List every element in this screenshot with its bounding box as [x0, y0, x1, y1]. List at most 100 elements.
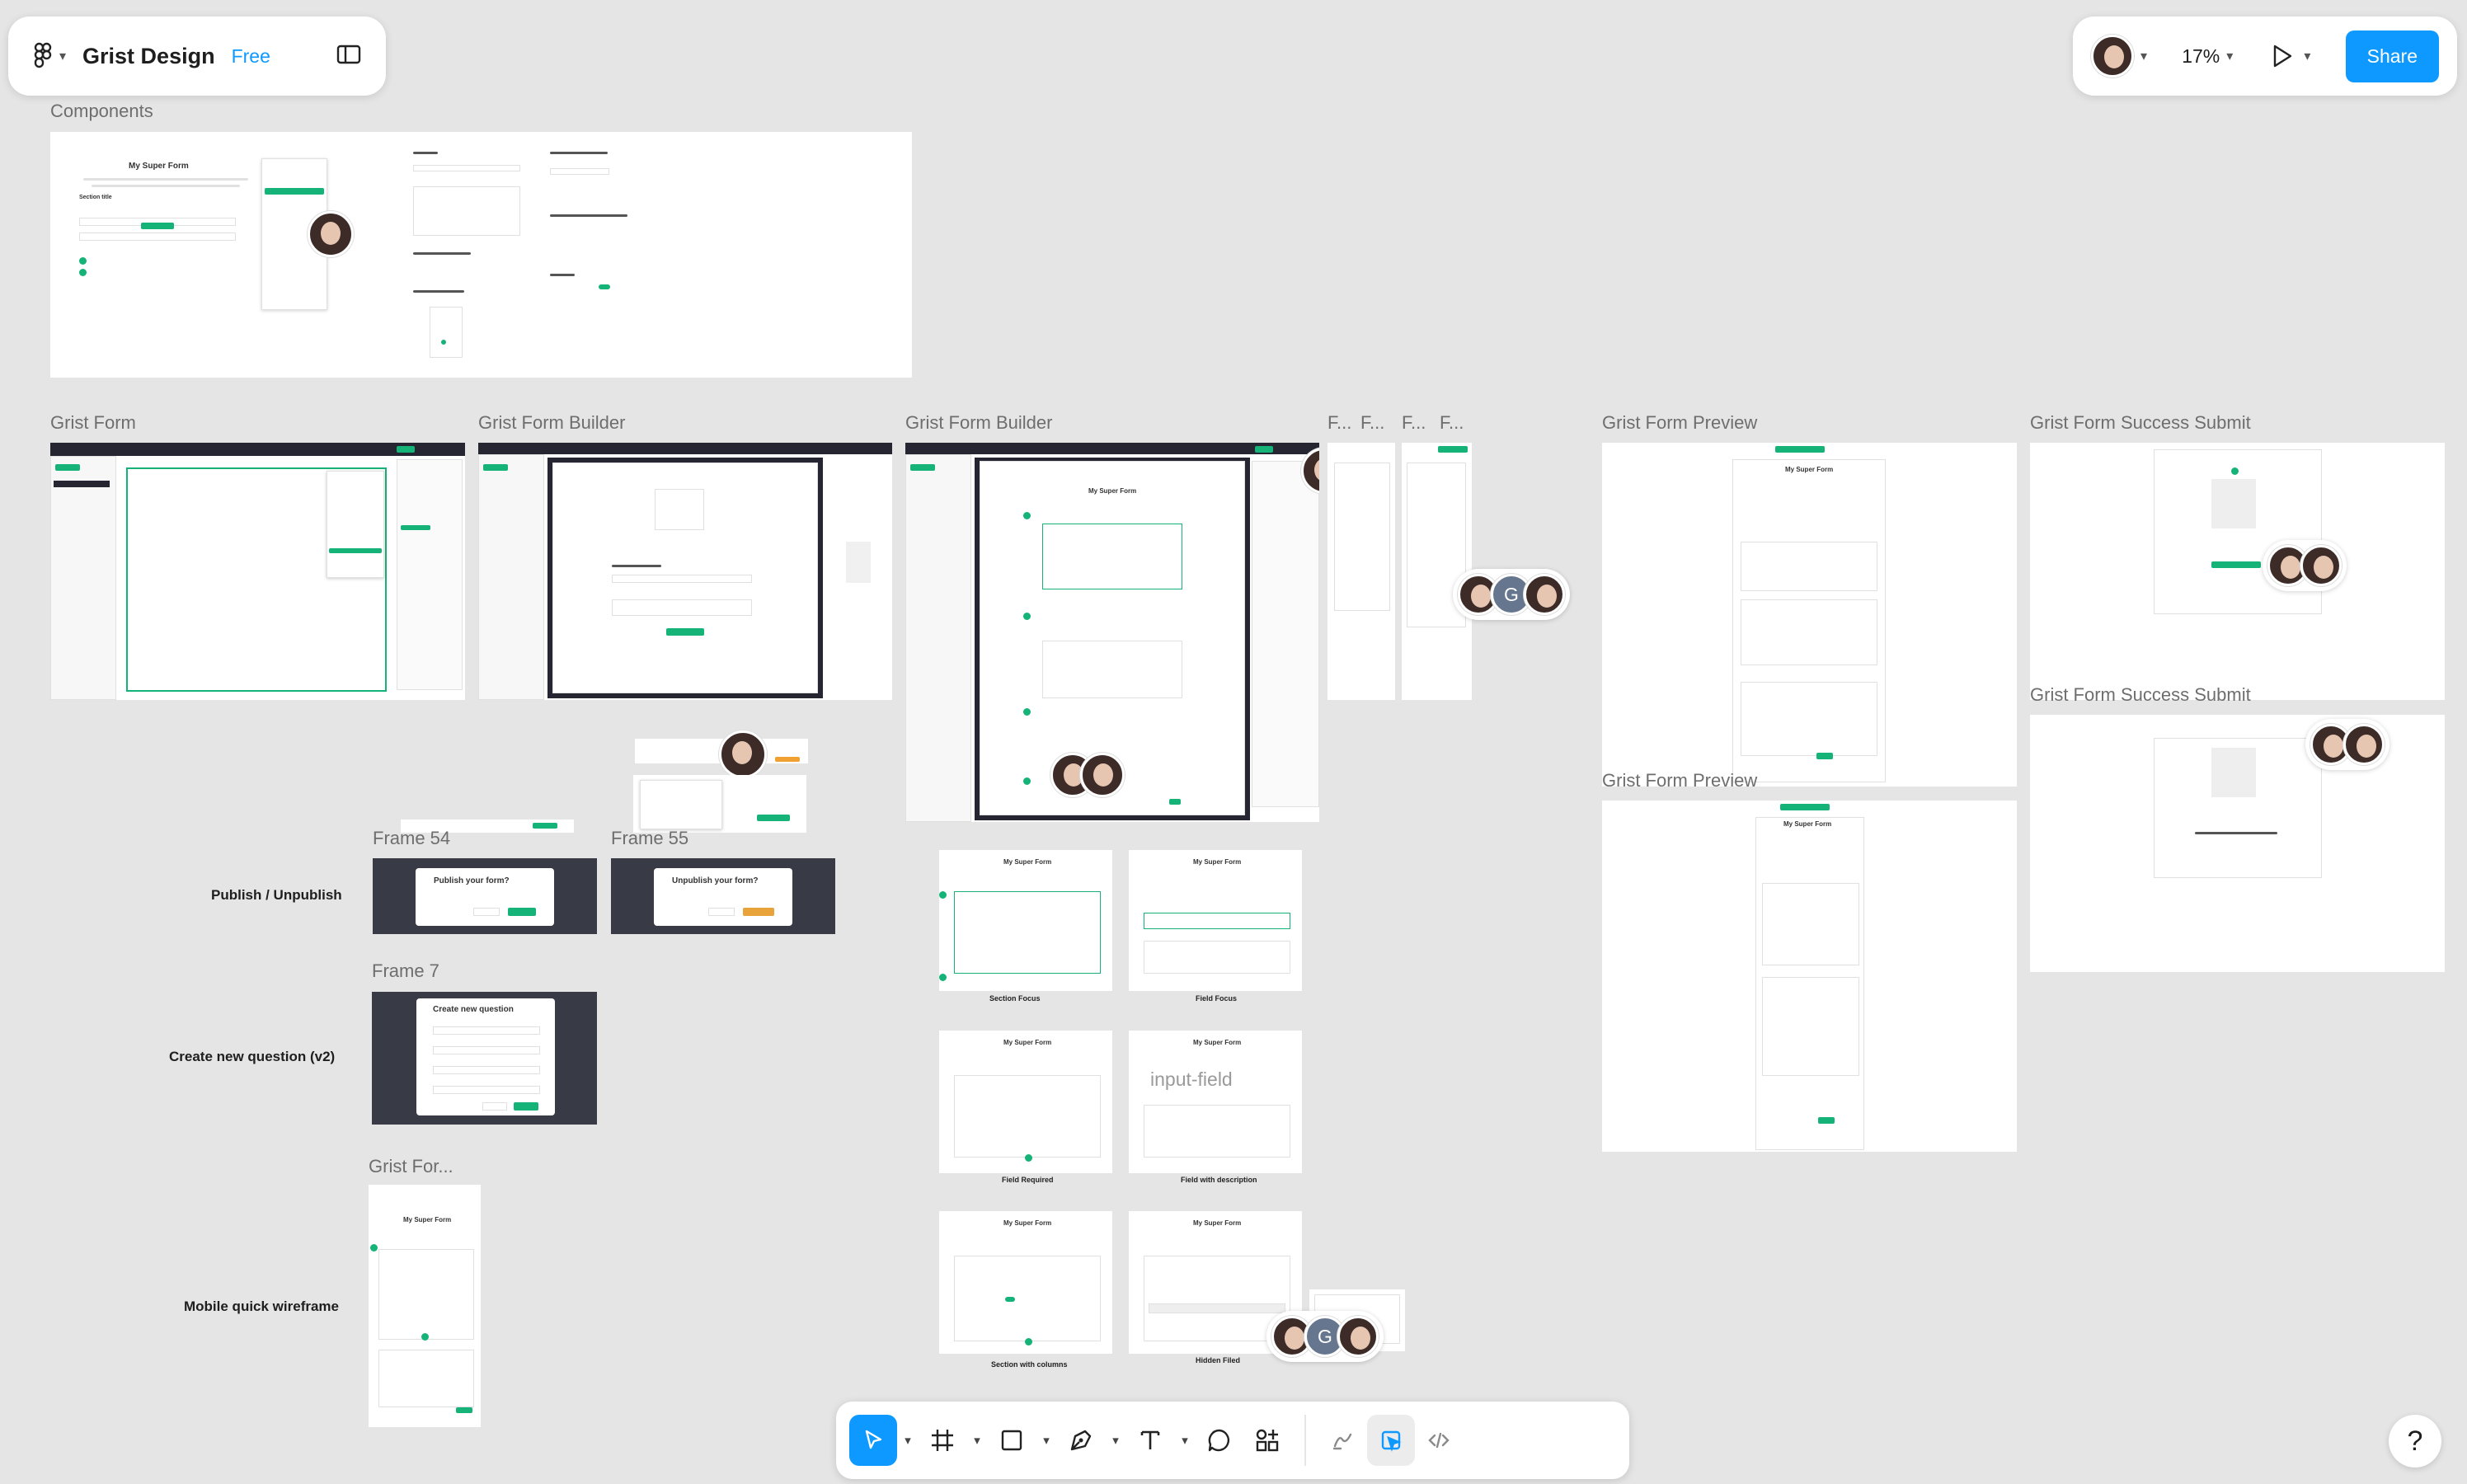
form-title: My Super Form [1088, 487, 1137, 495]
frame-tool[interactable] [919, 1415, 966, 1466]
frame-label-small-1[interactable]: F... [1327, 412, 1351, 434]
avatar [719, 730, 767, 778]
frame-label-preview-2[interactable]: Grist Form Preview [1602, 770, 1757, 791]
frame-field-focus[interactable]: My Super Form [1129, 850, 1302, 991]
present-button[interactable]: ▾ [2267, 42, 2310, 70]
chevron-down-icon[interactable]: ▾ [897, 1433, 919, 1448]
unpublish-modal-title: Unpublish your form? [672, 876, 759, 885]
hover-label: input-field [1150, 1068, 1233, 1090]
avatar [2343, 724, 2385, 765]
file-name[interactable]: Grist Design [82, 44, 215, 69]
move-tool[interactable] [849, 1415, 897, 1466]
toolbar-divider [1304, 1415, 1306, 1466]
frame-label-builder-2[interactable]: Grist Form Builder [905, 412, 1052, 434]
form-title: My Super Form [1193, 1039, 1242, 1046]
avatar [308, 211, 354, 257]
frame-small-2[interactable] [1329, 443, 1395, 700]
frame-label-success-2[interactable]: Grist Form Success Submit [2030, 684, 2251, 706]
form-title: My Super Form [1193, 858, 1242, 866]
avatar [1337, 1316, 1379, 1357]
frame-field-with-description[interactable]: My Super Form input-field [1129, 1031, 1302, 1173]
frame-label-frame-7[interactable]: Frame 7 [372, 960, 439, 982]
chevron-down-icon: ▾ [59, 49, 67, 63]
frame-label-small-2[interactable]: F... [1360, 412, 1384, 434]
frame-small-4[interactable] [1402, 443, 1472, 700]
share-button[interactable]: Share [2345, 30, 2439, 82]
collaborator-cursors [2305, 719, 2389, 770]
figma-menu-icon[interactable]: ▾ [33, 42, 66, 70]
frame-grist-form-preview-2[interactable]: My Super Form [1602, 801, 2017, 1152]
comment-tool[interactable] [1196, 1415, 1243, 1466]
top-right-controls: ▾ 17% ▾ ▾ Share [2073, 16, 2457, 96]
design-icon [1381, 1430, 1402, 1452]
chevron-down-icon[interactable]: ▾ [1036, 1433, 1057, 1448]
chevron-down-icon[interactable]: ▾ [966, 1433, 988, 1448]
frame-55[interactable]: Unpublish your form? [611, 858, 835, 934]
chevron-down-icon: ▾ [2226, 49, 2234, 63]
pen-tool[interactable] [1057, 1415, 1105, 1466]
frame-components[interactable]: My Super Form Section title [50, 132, 912, 378]
section-title: Section title [79, 195, 112, 200]
chevron-down-icon: ▾ [2140, 49, 2148, 63]
frame-label-preview-1[interactable]: Grist Form Preview [1602, 412, 1757, 434]
create-question-modal-title: Create new question [433, 1005, 514, 1014]
actions-tool[interactable] [1243, 1415, 1291, 1466]
frame-section-focus[interactable]: My Super Form [939, 850, 1112, 991]
draw-mode-toggle[interactable] [1319, 1415, 1367, 1466]
frame-label-builder-1[interactable]: Grist Form Builder [478, 412, 625, 434]
frame-label-frame-55[interactable]: Frame 55 [611, 828, 688, 849]
collaborator-cursors [2263, 540, 2347, 591]
collaborator-cursors: G [1453, 569, 1570, 620]
avatar [1524, 574, 1565, 615]
frame-field-required[interactable]: My Super Form [939, 1031, 1112, 1173]
frame-grist-form-builder-1[interactable] [478, 443, 892, 700]
pen-icon [1070, 1430, 1092, 1451]
collaborator-cursors: G [1266, 1311, 1384, 1362]
rectangle-icon [1001, 1430, 1022, 1451]
frame-54[interactable]: Publish your form? [373, 858, 597, 934]
caption-field-focus: Field Focus [1196, 994, 1238, 1003]
sidebar-toggle-icon[interactable] [336, 44, 361, 69]
frame-grist-form-success-1[interactable] [2030, 443, 2445, 700]
help-button[interactable]: ? [2389, 1415, 2441, 1468]
caption-hidden-filed: Hidden Filed [1196, 1356, 1240, 1364]
frame-label-small-3[interactable]: F... [1402, 412, 1426, 434]
chevron-down-icon: ▾ [2304, 49, 2311, 63]
zoom-level: 17% [2182, 45, 2220, 67]
code-icon [1428, 1432, 1450, 1449]
text-tool[interactable] [1126, 1415, 1174, 1466]
frame-label-frame-54[interactable]: Frame 54 [373, 828, 450, 849]
avatar [1080, 753, 1125, 797]
frame-icon [932, 1430, 953, 1451]
avatar [2091, 35, 2134, 77]
frame-grist-form[interactable] [50, 443, 465, 700]
section-label-mobile: Mobile quick wireframe [184, 1298, 339, 1314]
current-user-menu[interactable]: ▾ [2091, 35, 2147, 77]
publish-modal-title: Publish your form? [434, 876, 510, 885]
form-title: My Super Form [1785, 466, 1834, 473]
caption-section-with-columns: Section with columns [991, 1360, 1068, 1369]
form-title: My Super Form [1783, 820, 1832, 828]
frame-grist-form-preview-1[interactable]: My Super Form [1602, 443, 2017, 787]
frame-label-components[interactable]: Components [50, 101, 153, 122]
frame-7[interactable]: Create new question [372, 992, 597, 1125]
cursor-arrow-icon [865, 1430, 882, 1449]
frame-section-with-columns[interactable]: My Super Form [939, 1211, 1112, 1354]
chevron-down-icon[interactable]: ▾ [1174, 1433, 1196, 1448]
frame-label-success-1[interactable]: Grist Form Success Submit [2030, 412, 2251, 434]
frame-mobile-wireframe[interactable]: My Super Form [369, 1185, 481, 1427]
frame-grist-form-builder-2[interactable]: My Super Form [905, 443, 1319, 822]
design-mode-toggle[interactable] [1367, 1415, 1415, 1466]
form-title: My Super Form [1003, 1219, 1052, 1227]
bottom-toolbar: ▾ ▾ ▾ ▾ ▾ [836, 1402, 1629, 1479]
frame-label-grist-form[interactable]: Grist Form [50, 412, 136, 434]
plan-badge[interactable]: Free [232, 45, 270, 68]
frame-label-mobile[interactable]: Grist For... [369, 1156, 453, 1177]
shape-tool[interactable] [988, 1415, 1036, 1466]
zoom-menu[interactable]: 17% ▾ [2182, 45, 2233, 68]
dev-mode-toggle[interactable] [1415, 1415, 1463, 1466]
caption-section-focus: Section Focus [989, 994, 1041, 1003]
frame-mini-dialog[interactable] [633, 775, 806, 833]
chevron-down-icon[interactable]: ▾ [1105, 1433, 1126, 1448]
frame-label-small-4[interactable]: F... [1440, 412, 1464, 434]
